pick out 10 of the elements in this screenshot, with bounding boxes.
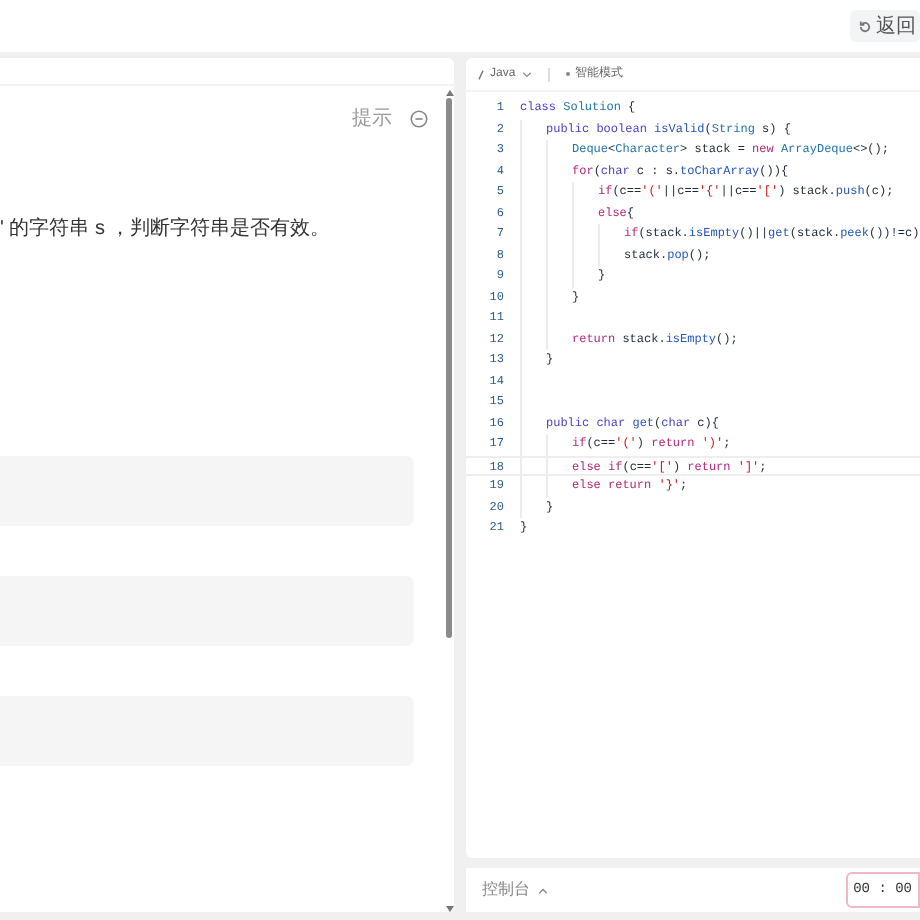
scrollbar-thumb[interactable] (446, 98, 452, 638)
scroll-up-icon[interactable] (445, 90, 453, 96)
chevron-down-icon (521, 71, 532, 77)
undo-icon (858, 19, 872, 33)
problem-description: ' 的字符串 s ，判断字符串是否有效。 (0, 215, 333, 244)
chevron-up-icon (538, 887, 548, 893)
scroll-down-icon[interactable] (445, 906, 453, 912)
console-toggle[interactable]: 控制台 (482, 878, 548, 902)
back-button[interactable]: 返回 (850, 10, 920, 42)
code-icon (478, 69, 484, 79)
